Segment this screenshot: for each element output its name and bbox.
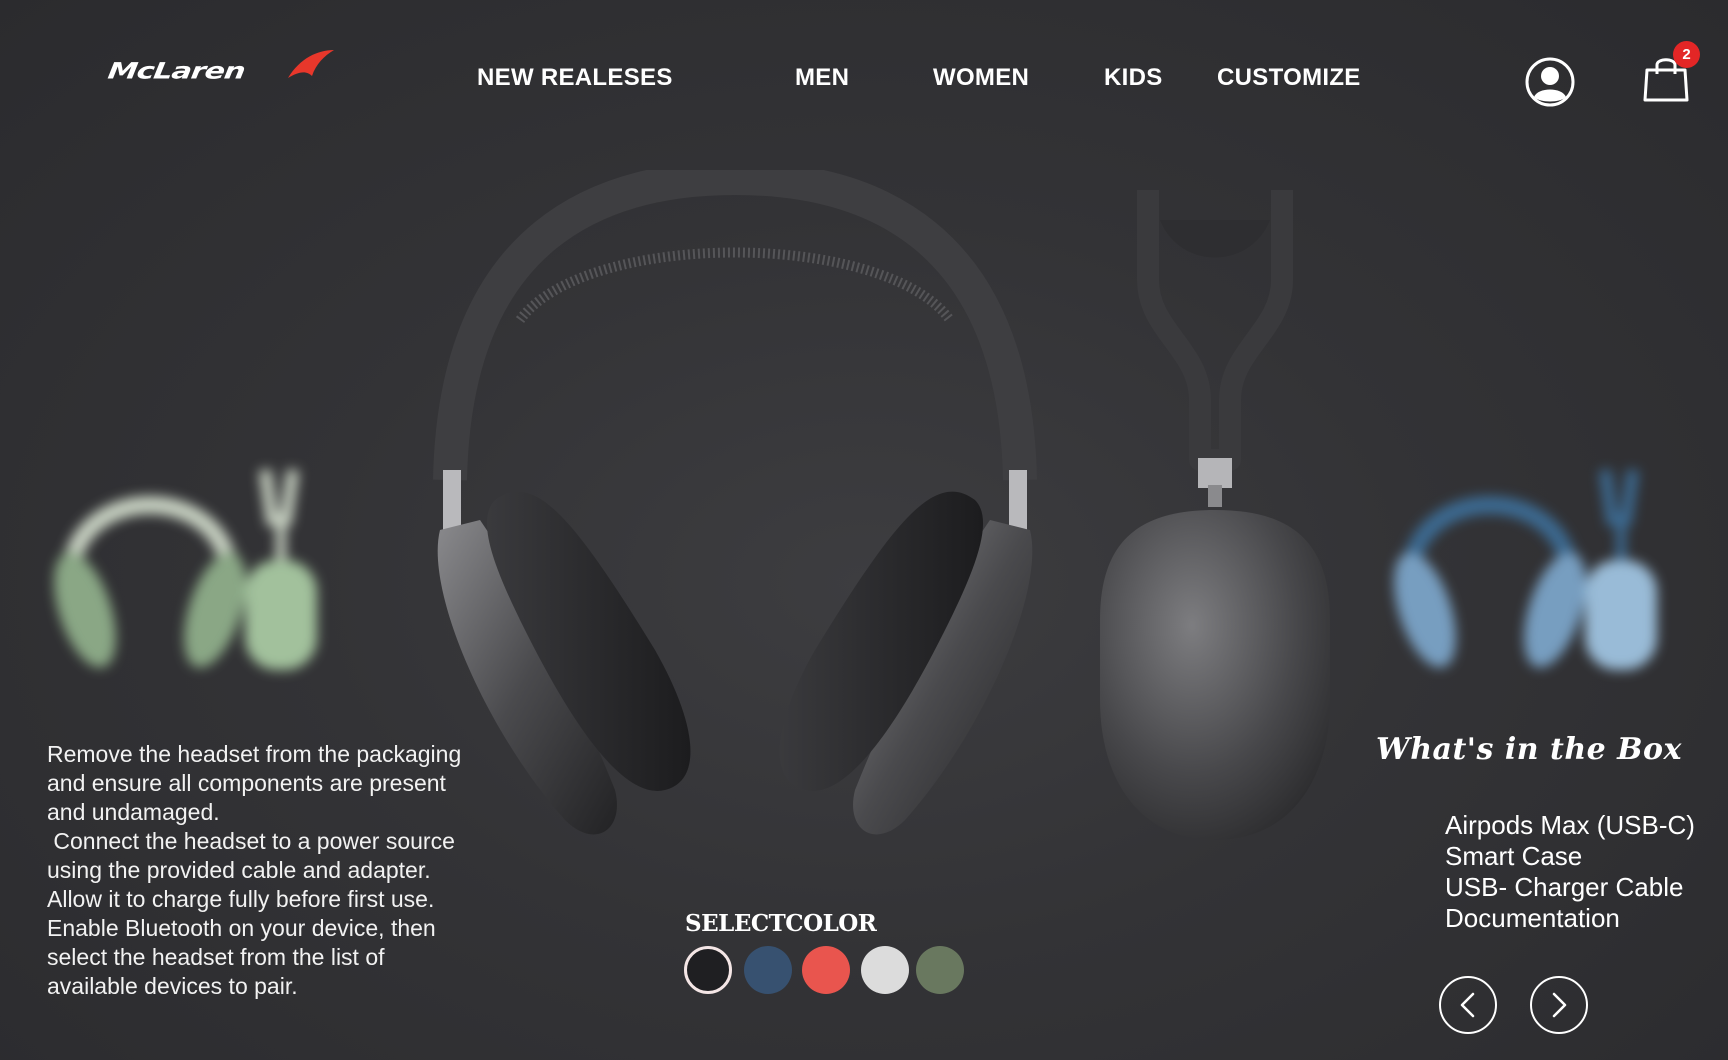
nav-kids[interactable]: KIDS xyxy=(1104,64,1163,92)
instruction-line: select the headset from the list of xyxy=(47,944,385,970)
instruction-line: Allow it to charge fully before first us… xyxy=(47,886,435,912)
box-contents-title: What's in the Box xyxy=(1376,732,1682,767)
nav-new-releases[interactable]: NEW REALESES xyxy=(477,64,673,92)
nav-customize[interactable]: CUSTOMIZE xyxy=(1217,64,1361,92)
color-swatch-blue[interactable] xyxy=(744,946,792,994)
color-swatch-space-gray[interactable] xyxy=(684,946,732,994)
instruction-line: using the provided cable and adapter. xyxy=(47,857,431,883)
carousel-next-button[interactable] xyxy=(1530,976,1588,1034)
nav-women[interactable]: WOMEN xyxy=(933,64,1029,92)
user-circle-icon xyxy=(1525,57,1575,107)
color-swatch-silver[interactable] xyxy=(861,946,909,994)
instruction-line: and undamaged. xyxy=(47,799,220,825)
select-color-label: SELECTCOLOR xyxy=(685,910,877,937)
chevron-left-icon xyxy=(1460,992,1475,1018)
blue-headphones-preview[interactable] xyxy=(1380,460,1680,690)
box-item: Documentation xyxy=(1445,903,1620,933)
instruction-line: available devices to pair. xyxy=(47,973,298,999)
cart-count-badge: 2 xyxy=(1673,41,1700,68)
chevron-right-icon xyxy=(1552,992,1567,1018)
main-headphones-image xyxy=(433,170,1037,835)
instruction-line: and ensure all components are present xyxy=(47,770,446,796)
nav-men[interactable]: MEN xyxy=(795,64,849,92)
box-item: Smart Case xyxy=(1445,841,1583,871)
green-headphones-preview[interactable] xyxy=(40,460,340,690)
side-view-headphones-image xyxy=(1100,190,1330,840)
instruction-line: Connect the headset to a power source xyxy=(47,828,455,854)
instruction-line: Enable Bluetooth on your device, then xyxy=(47,915,436,941)
brand-logo[interactable]: McLaren xyxy=(106,48,334,88)
carousel-prev-button[interactable] xyxy=(1439,976,1497,1034)
brand-wordmark: McLaren xyxy=(106,58,247,85)
account-button[interactable] xyxy=(1524,56,1576,113)
setup-instructions: Remove the headset from the packaging an… xyxy=(47,740,517,1001)
color-swatch-red[interactable] xyxy=(802,946,850,994)
color-swatch-green[interactable] xyxy=(916,946,964,994)
box-item: Airpods Max (USB-C) xyxy=(1445,810,1695,840)
speedmark-icon xyxy=(288,50,334,78)
instruction-line: Remove the headset from the packaging xyxy=(47,741,462,767)
box-item: USB- Charger Cable xyxy=(1445,872,1684,902)
box-contents-list: Airpods Max (USB-C) Smart Case USB- Char… xyxy=(1445,810,1695,934)
